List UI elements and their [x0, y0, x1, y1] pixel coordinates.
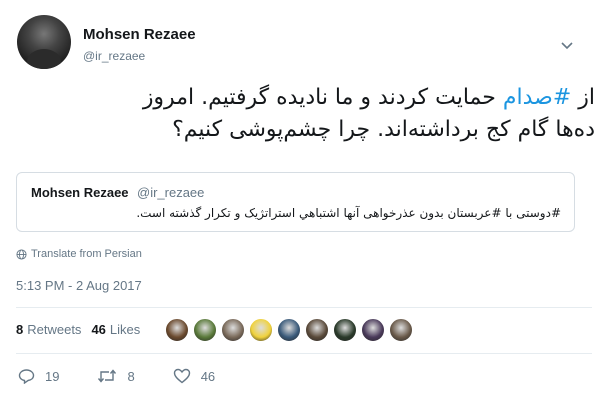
tweet-timestamp[interactable]: 5:13 PM - 2 Aug 2017: [16, 278, 142, 293]
retweet-button[interactable]: 8: [97, 368, 135, 384]
tweet-line1-pre: از: [571, 85, 595, 110]
likes-count: 46: [91, 322, 106, 337]
retweet-icon: [98, 369, 117, 383]
tweet-actions: 19 8 46: [18, 368, 253, 384]
tweet-stats: 8 Retweets 46 Likes: [16, 322, 150, 337]
author-handle[interactable]: @ir_rezaee: [83, 49, 145, 63]
tweet-text: از #صدام حمایت کردند و ما نادیده گرفتیم.…: [17, 82, 595, 146]
reply-count: 19: [45, 368, 60, 384]
author-name[interactable]: Mohsen Rezaee: [83, 26, 196, 43]
quoted-author-handle: @ir_rezaee: [137, 185, 205, 200]
divider-bottom: [16, 353, 592, 354]
chevron-down-icon[interactable]: [560, 39, 574, 53]
retweets-stat[interactable]: 8 Retweets: [16, 322, 81, 337]
liker-avatar[interactable]: [249, 318, 273, 342]
liker-avatar[interactable]: [305, 318, 329, 342]
likes-stat[interactable]: 46 Likes: [91, 322, 140, 337]
liker-avatar[interactable]: [165, 318, 189, 342]
likers-avatars: [165, 318, 417, 342]
like-count: 46: [200, 368, 216, 384]
divider-top: [16, 307, 592, 308]
likes-label: Likes: [109, 322, 141, 337]
quoted-tweet[interactable]: Mohsen Rezaee @ir_rezaee #دوستی با #عربس…: [16, 172, 575, 232]
liker-avatar[interactable]: [193, 318, 217, 342]
translate-label: Translate from Persian: [31, 248, 142, 260]
author-avatar[interactable]: [17, 15, 71, 69]
liker-avatar[interactable]: [333, 318, 357, 342]
retweets-label: Retweets: [27, 322, 82, 337]
translate-link[interactable]: Translate from Persian: [16, 248, 142, 260]
liker-avatar[interactable]: [277, 318, 301, 342]
hashtag-link[interactable]: #صدام: [503, 85, 571, 110]
liker-avatar[interactable]: [389, 318, 413, 342]
retweets-count: 8: [16, 322, 24, 337]
tweet-line-2: ده‌ها گام کج برداشته‌اند. چرا چشم‌پوشی ک…: [172, 117, 595, 142]
like-button[interactable]: 46: [173, 368, 215, 384]
liker-avatar[interactable]: [361, 318, 385, 342]
retweet-count: 8: [127, 368, 135, 384]
quoted-text: #دوستی با #عربستان بدون عذرخواهی آنها اش…: [136, 206, 561, 220]
tweet-line1-post: حمایت کردند و ما نادیده گرفتیم. امروز: [142, 85, 503, 110]
reply-button[interactable]: 19: [18, 368, 59, 384]
heart-icon: [173, 368, 190, 384]
liker-avatar[interactable]: [221, 318, 245, 342]
tweet-line-1: از #صدام حمایت کردند و ما نادیده گرفتیم.…: [17, 82, 595, 114]
quoted-author-name: Mohsen Rezaee: [31, 185, 129, 200]
globe-icon: [16, 248, 27, 260]
reply-icon: [18, 369, 35, 384]
